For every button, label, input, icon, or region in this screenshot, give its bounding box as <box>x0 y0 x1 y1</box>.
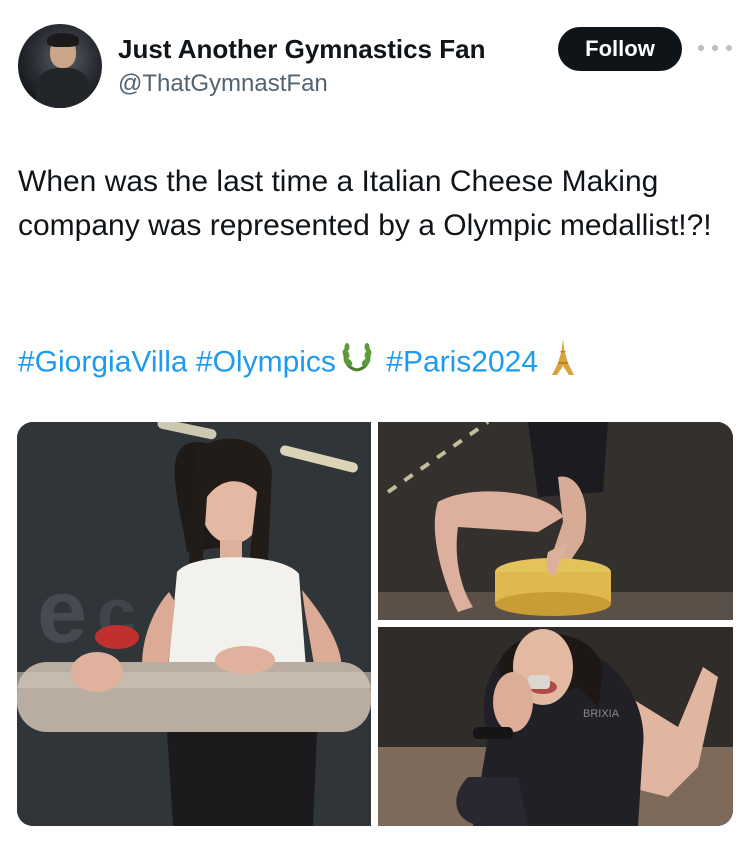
hashtag-line: #GiorgiaVilla #Olympics #Paris2024 <box>18 337 733 390</box>
tweet-text: When was the last time a Italian Cheese … <box>18 165 712 242</box>
eiffel-tower-icon <box>550 337 576 390</box>
author-name[interactable]: Just Another Gymnastics Fan <box>118 34 485 65</box>
author-handle[interactable]: @ThatGymnastFan <box>118 70 328 98</box>
avatar[interactable] <box>18 24 102 108</box>
brand-text: BRIXIA <box>583 708 620 720</box>
dot <box>698 45 704 51</box>
hashtag-olympics[interactable]: #Olympics <box>196 345 336 378</box>
hashtag-giorgiavilla[interactable]: #GiorgiaVilla <box>18 345 188 378</box>
svg-text:e: e <box>37 562 87 662</box>
avatar-hair <box>47 33 79 47</box>
dot <box>712 45 718 51</box>
photo-2[interactable] <box>378 422 733 620</box>
follow-button[interactable]: Follow <box>558 27 682 71</box>
tweet-header: Just Another Gymnastics Fan @ThatGymnast… <box>0 0 750 120</box>
dot <box>726 45 732 51</box>
media-grid: e c BRIXIA <box>17 422 733 826</box>
photo-3[interactable]: BRIXIA <box>378 627 733 826</box>
laurel-wreath-icon <box>340 340 374 387</box>
more-horizontal-icon[interactable] <box>698 36 732 60</box>
avatar-body <box>36 68 90 108</box>
hashtag-paris2024[interactable]: #Paris2024 <box>386 345 538 378</box>
photo-1[interactable]: e c <box>17 422 371 826</box>
